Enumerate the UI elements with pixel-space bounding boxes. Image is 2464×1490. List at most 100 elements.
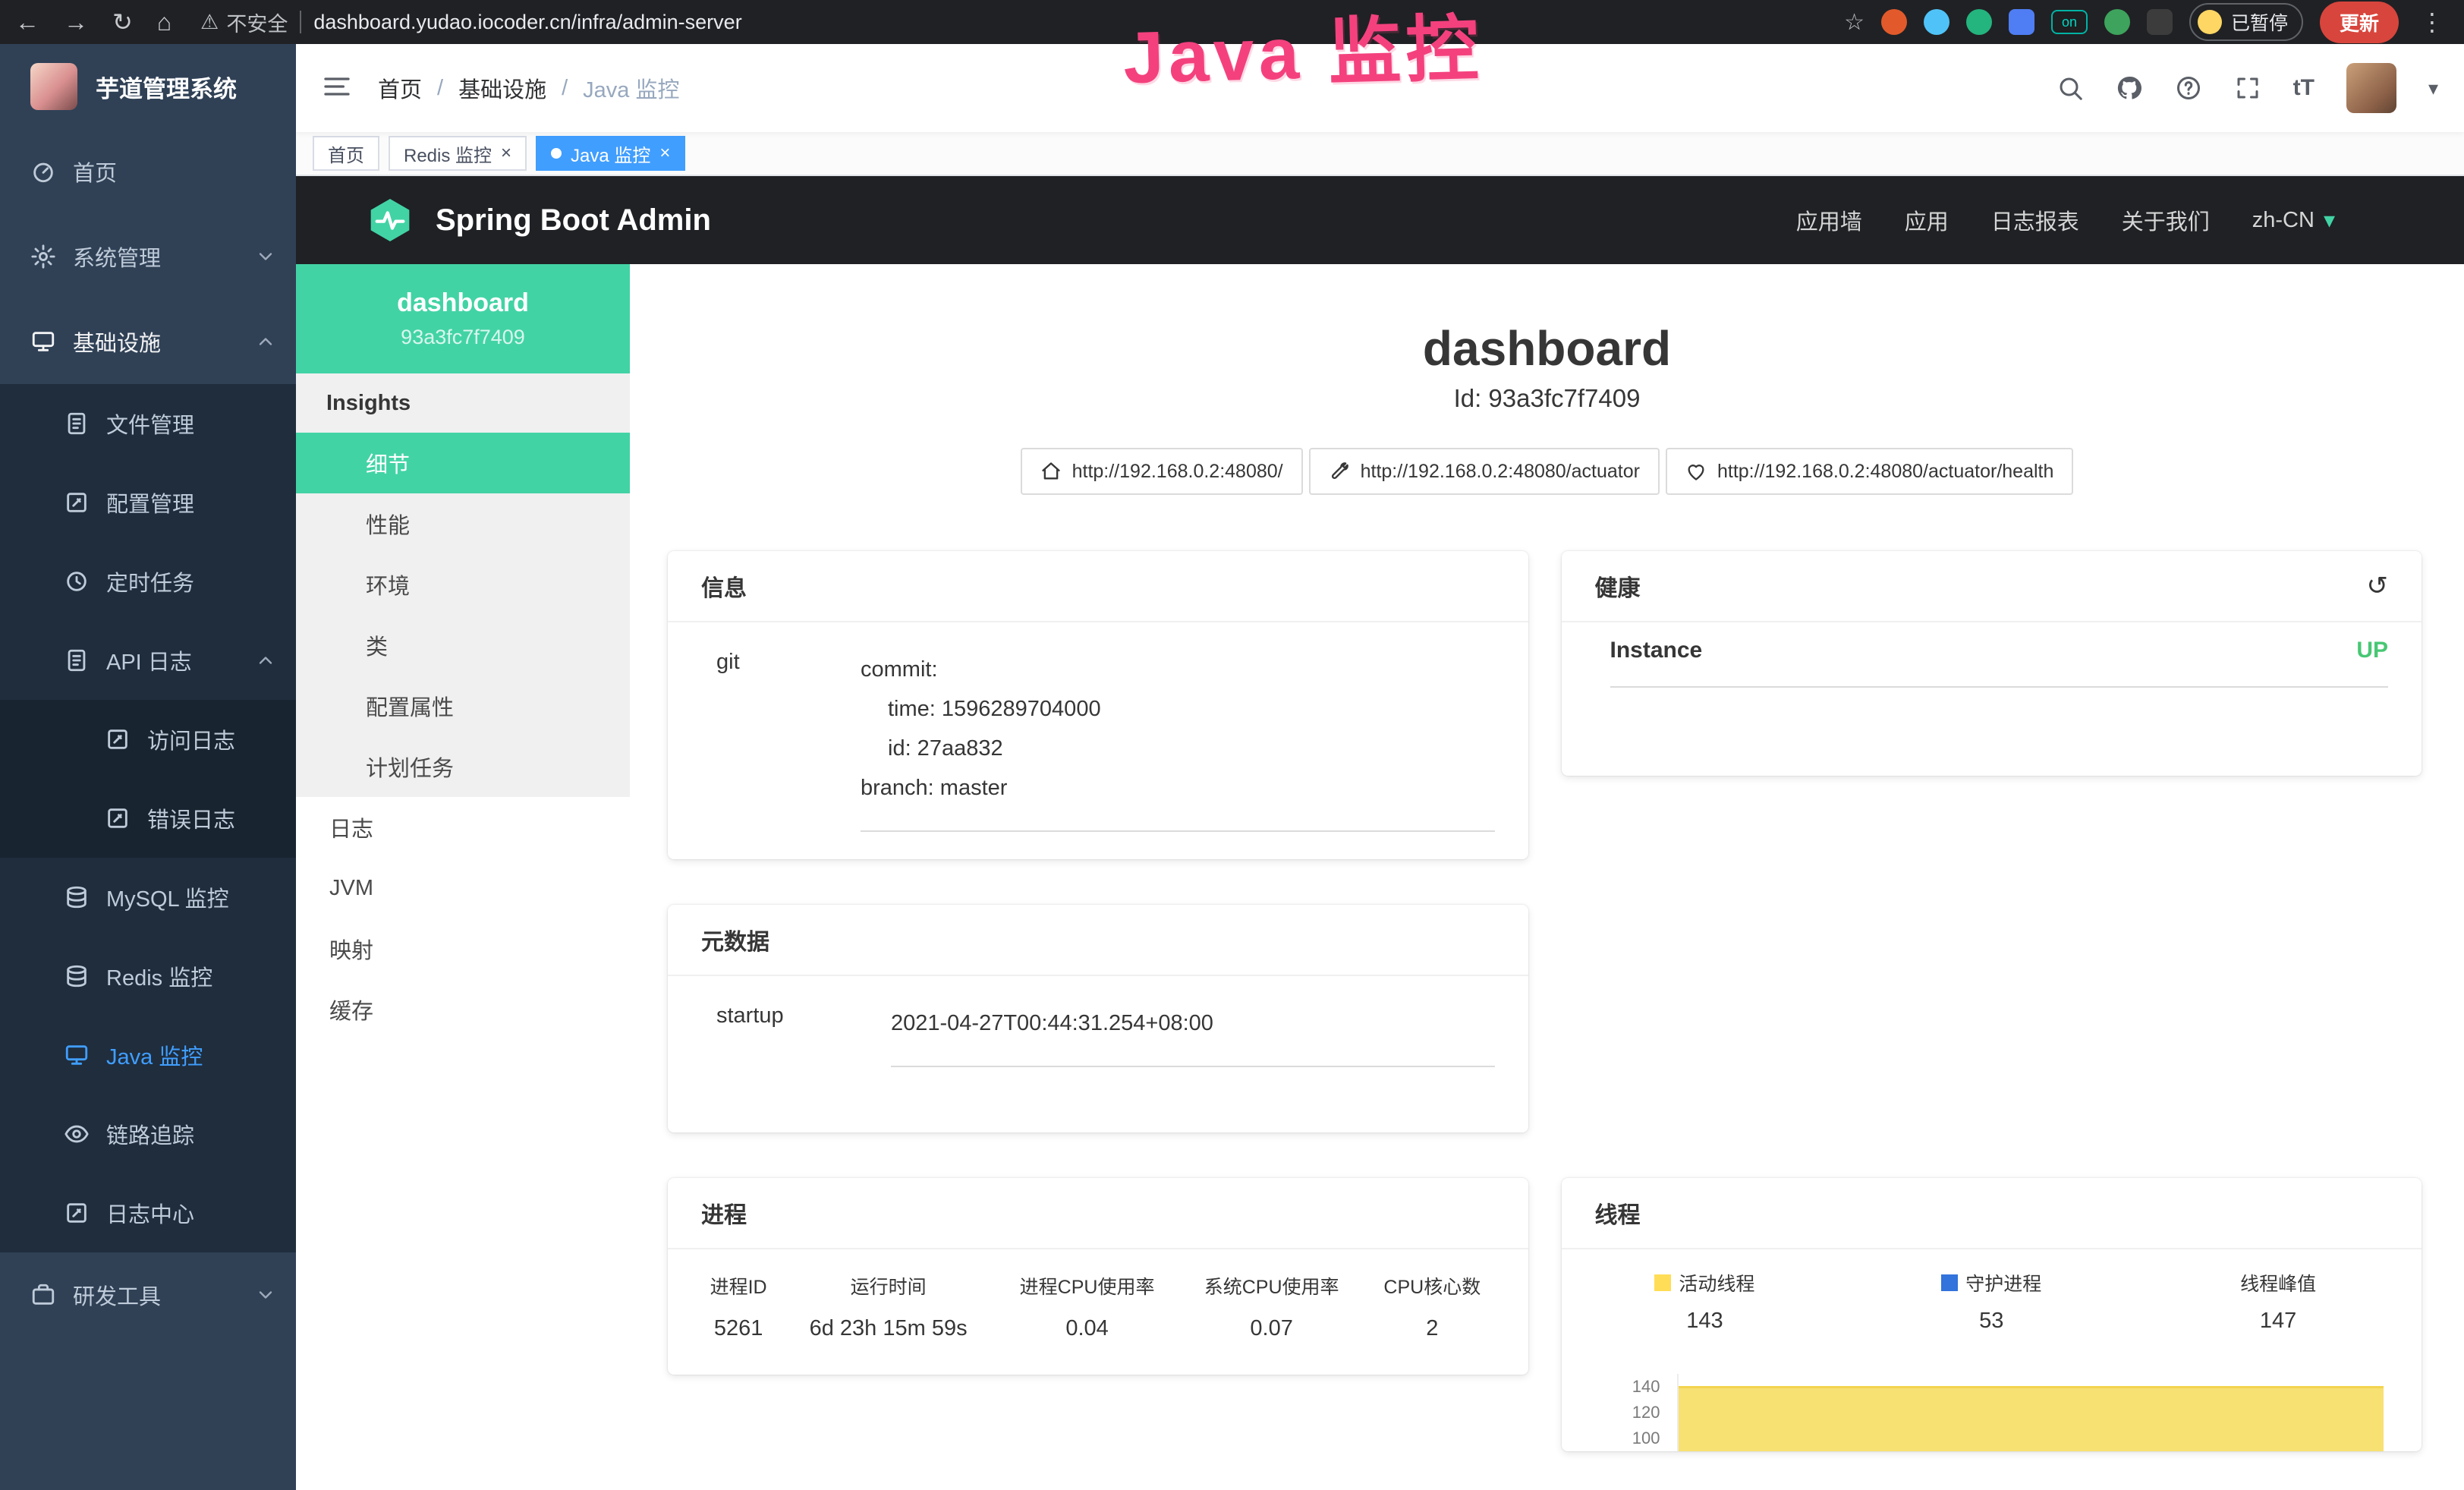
address-bar[interactable]: ⚠ 不安全 dashboard.yudao.iocoder.cn/infra/a…: [200, 8, 742, 37]
on-switch-extension-icon[interactable]: on: [2051, 10, 2088, 34]
search-icon[interactable]: [2056, 74, 2084, 102]
sidebar-item-label: 日志中心: [106, 1197, 194, 1229]
toolbox-icon: [30, 1282, 56, 1308]
grid-extension-icon[interactable]: [2009, 9, 2034, 35]
health-card-title: 健康: [1595, 569, 1641, 603]
git-id-line: id: 27aa832: [861, 729, 1495, 768]
sba-brand-title[interactable]: Spring Boot Admin: [436, 203, 711, 238]
sba-item-mappings[interactable]: 映射: [296, 918, 630, 979]
sidebar-item-config-manage[interactable]: 配置管理: [0, 463, 296, 542]
sba-nav-journal[interactable]: 日志报表: [1991, 204, 2079, 236]
process-pid-value: 5261: [695, 1303, 782, 1347]
sba-instance-header[interactable]: dashboard 93a3fc7f7409: [296, 264, 630, 373]
metadata-card: 元数据 startup 2021-04-27T00:44:31.254+08:0…: [668, 905, 1528, 1132]
live-threads-label: 活动线程: [1679, 1269, 1754, 1296]
chevron-down-icon: ▾: [2324, 207, 2335, 234]
tab-java-monitor[interactable]: Java 监控 ×: [536, 136, 685, 171]
update-button[interactable]: 更新: [2320, 2, 2399, 43]
active-dot: [551, 148, 562, 159]
process-cpu-value: 0.04: [995, 1303, 1179, 1347]
browser-menu-icon[interactable]: ⋮: [2415, 8, 2449, 36]
drop-extension-icon[interactable]: [1924, 9, 1949, 35]
fox-extension-icon[interactable]: [1881, 9, 1907, 35]
sidebar-item-api-log[interactable]: API 日志: [0, 621, 296, 700]
sba-item-performance[interactable]: 性能: [296, 493, 630, 554]
instance-service-url-link[interactable]: http://192.168.0.2:48080/: [1021, 448, 1303, 495]
sba-content: dashboard Id: 93a3fc7f7409 http://192.16…: [630, 264, 2464, 1490]
home-icon[interactable]: ⌂: [157, 8, 172, 36]
instance-health-url-link[interactable]: http://192.168.0.2:48080/actuator/health: [1666, 448, 2073, 495]
puzzle-extension-icon[interactable]: [2147, 9, 2173, 35]
forward-icon[interactable]: →: [64, 8, 88, 36]
sba-sidebar: dashboard 93a3fc7f7409 Insights 细节 性能 环境…: [296, 264, 630, 1490]
sidebar-item-infrastructure[interactable]: 基础设施: [0, 299, 296, 384]
github-icon[interactable]: [2116, 74, 2143, 102]
process-card: 进程 进程ID 运行时间 进程CPU使用率 系统CPU使用率 CPU核心数 52…: [668, 1178, 1528, 1375]
leaf-extension-icon[interactable]: [2104, 9, 2130, 35]
green-extension-icon[interactable]: [1966, 9, 1992, 35]
sba-item-caches[interactable]: 缓存: [296, 979, 630, 1040]
breadcrumb-infra[interactable]: 基础设施: [458, 72, 546, 104]
sidebar-item-label: MySQL 监控: [106, 881, 229, 913]
tab-home[interactable]: 首页: [313, 136, 379, 171]
bookmark-star-icon[interactable]: ☆: [1844, 9, 1865, 36]
app-sidebar: 芋道管理系统 首页 系统管理 基础设施 文件管理 配置管理 定时任务: [0, 44, 296, 1490]
close-icon[interactable]: ×: [501, 143, 511, 164]
sba-item-environment[interactable]: 环境: [296, 554, 630, 615]
spring-boot-admin-logo-icon[interactable]: [366, 196, 414, 244]
link-label: http://192.168.0.2:48080/actuator/health: [1717, 461, 2053, 483]
app-brand[interactable]: 芋道管理系统: [0, 44, 296, 129]
sidebar-item-java-monitor[interactable]: Java 监控: [0, 1016, 296, 1095]
cpu-cores-value: 2: [1364, 1303, 1500, 1347]
back-icon[interactable]: ←: [15, 8, 39, 36]
sidebar-item-mysql-monitor[interactable]: MySQL 监控: [0, 858, 296, 937]
sidebar-item-system[interactable]: 系统管理: [0, 214, 296, 299]
sidebar-item-redis-monitor[interactable]: Redis 监控: [0, 937, 296, 1016]
paused-badge[interactable]: 已暂停: [2189, 3, 2303, 41]
heart-icon: [1685, 461, 1707, 482]
hamburger-icon[interactable]: [296, 71, 378, 106]
sba-locale-select[interactable]: zh-CN ▾: [2252, 207, 2335, 234]
sidebar-item-tracing[interactable]: 链路追踪: [0, 1095, 296, 1173]
font-size-icon[interactable]: tT: [2293, 75, 2315, 101]
question-icon[interactable]: [2175, 74, 2202, 102]
sba-nav-wallboard[interactable]: 应用墙: [1796, 204, 1862, 236]
sidebar-item-error-log[interactable]: 错误日志: [0, 779, 296, 858]
sba-nav-applications[interactable]: 应用: [1905, 204, 1949, 236]
sidebar-item-access-log[interactable]: 访问日志: [0, 700, 296, 779]
info-key: git: [716, 650, 861, 832]
user-avatar[interactable]: [2346, 63, 2396, 113]
fullscreen-icon[interactable]: [2234, 74, 2261, 102]
history-icon[interactable]: ↺: [2367, 571, 2389, 601]
sba-nav-about[interactable]: 关于我们: [2122, 204, 2210, 236]
git-branch-line: branch: master: [861, 768, 1495, 808]
sba-item-classes[interactable]: 类: [296, 615, 630, 676]
sba-item-scheduled-tasks[interactable]: 计划任务: [296, 736, 630, 797]
daemon-threads-label: 守护进程: [1965, 1269, 2041, 1296]
health-instance-label: Instance: [1610, 638, 1703, 663]
process-col-process-cpu: 进程CPU使用率: [995, 1260, 1179, 1303]
sidebar-item-label: 系统管理: [73, 241, 161, 272]
database-icon: [64, 963, 90, 989]
y-tick-140: 140: [1569, 1377, 1660, 1397]
daemon-threads-value: 53: [1848, 1309, 2135, 1334]
sidebar-item-file-manage[interactable]: 文件管理: [0, 384, 296, 463]
reload-icon[interactable]: ↻: [112, 8, 133, 36]
sidebar-item-label: 配置管理: [106, 487, 194, 518]
sba-item-properties[interactable]: 配置属性: [296, 676, 630, 736]
metadata-value: 2021-04-27T00:44:31.254+08:00: [891, 1003, 1495, 1067]
sba-item-details[interactable]: 细节: [296, 433, 630, 493]
process-col-pid: 进程ID: [695, 1260, 782, 1303]
document-icon: [64, 411, 90, 436]
sba-item-logs[interactable]: 日志: [296, 797, 630, 858]
sidebar-item-dev-tools[interactable]: 研发工具: [0, 1252, 296, 1337]
sidebar-item-scheduled-jobs[interactable]: 定时任务: [0, 542, 296, 621]
sidebar-item-log-center[interactable]: 日志中心: [0, 1173, 296, 1252]
breadcrumb-home[interactable]: 首页: [378, 72, 422, 104]
sidebar-item-home[interactable]: 首页: [0, 129, 296, 214]
instance-actuator-url-link[interactable]: http://192.168.0.2:48080/actuator: [1309, 448, 1660, 495]
close-icon[interactable]: ×: [659, 143, 670, 164]
tags-view-bar: 首页 Redis 监控 × Java 监控 ×: [296, 132, 2464, 176]
tab-redis-monitor[interactable]: Redis 监控 ×: [389, 136, 527, 171]
sba-item-jvm[interactable]: JVM: [296, 858, 630, 918]
